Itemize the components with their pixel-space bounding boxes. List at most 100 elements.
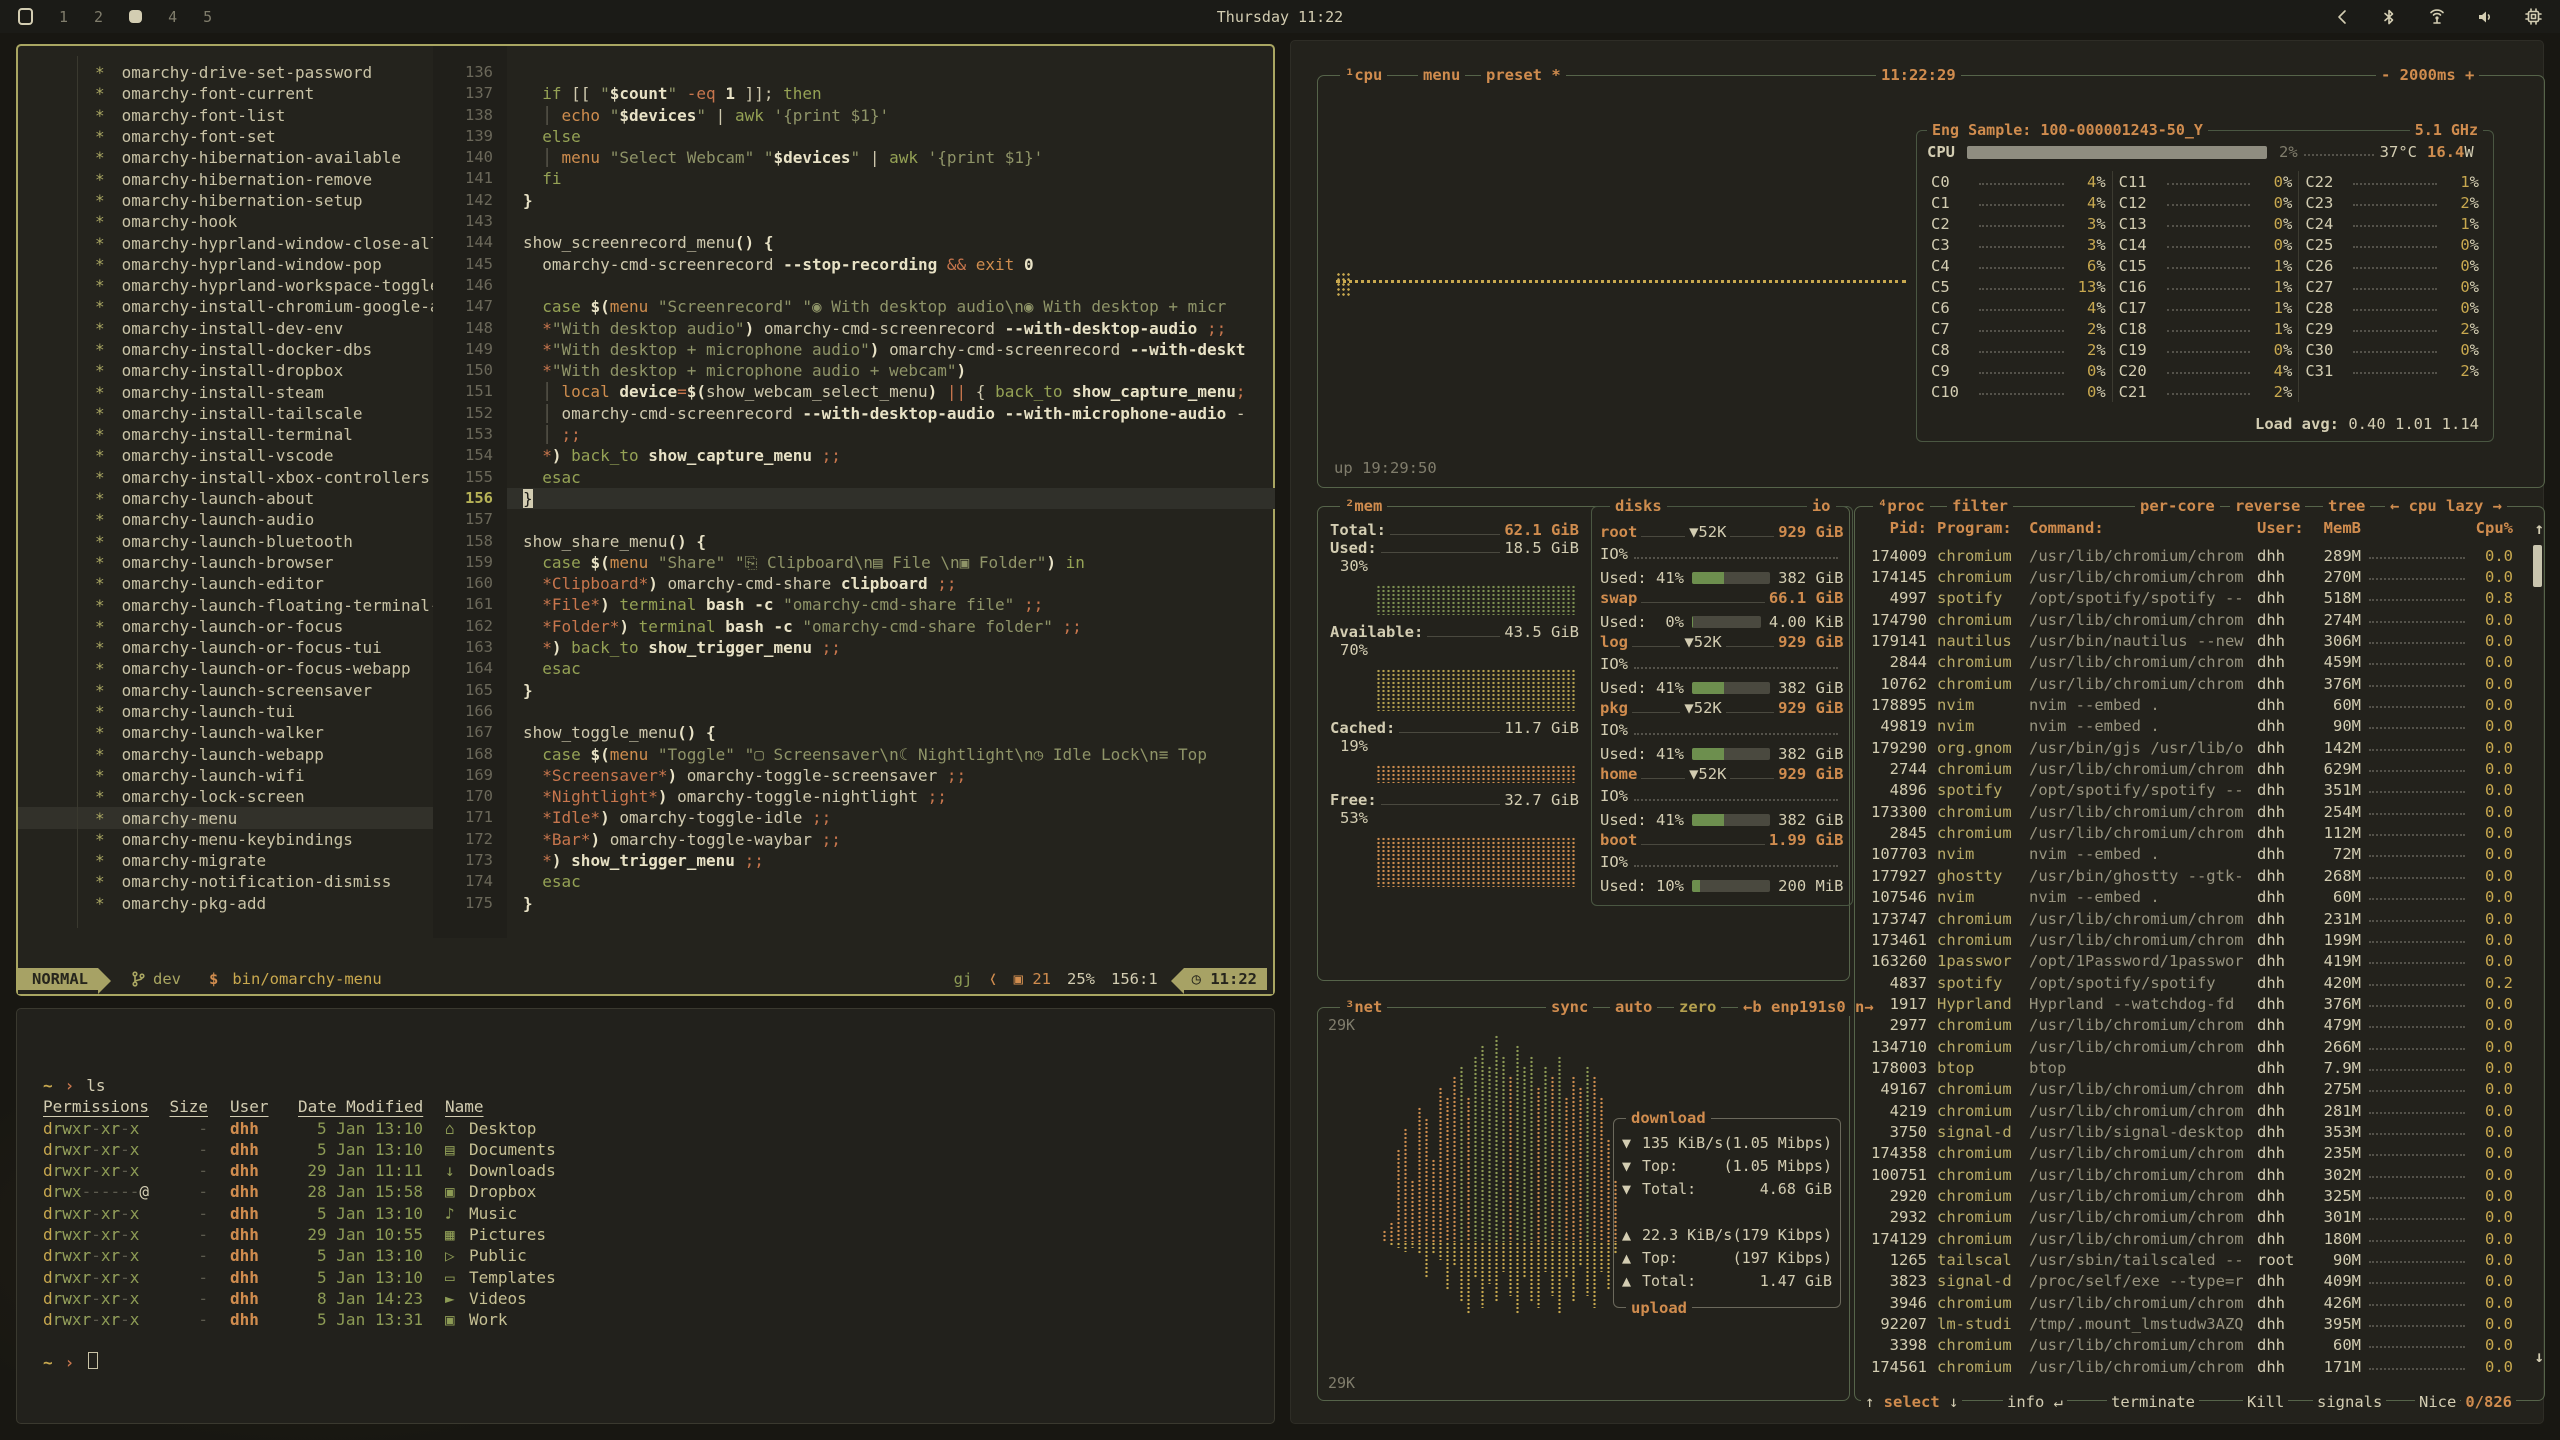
info-button[interactable]: info ↵	[2003, 1393, 2067, 1411]
process-row[interactable]: 100751chromium/usr/lib/chromium/chromdhh…	[1865, 1164, 2526, 1185]
cpu-chip-icon[interactable]	[2525, 8, 2542, 25]
file-item[interactable]: *omarchy-hyprland-window-pop	[18, 254, 433, 275]
file-item[interactable]: *omarchy-launch-editor	[18, 573, 433, 594]
file-item[interactable]: *omarchy-install-terminal	[18, 424, 433, 445]
file-item[interactable]: *omarchy-launch-walker	[18, 722, 433, 743]
file-item[interactable]: *omarchy-menu-keybindings	[18, 829, 433, 850]
process-row[interactable]: 3946chromium/usr/lib/chromium/chromdhh42…	[1865, 1292, 2526, 1313]
select-button[interactable]: ↑ select ↓	[1861, 1393, 1962, 1411]
code-line[interactable]: esac	[507, 871, 1273, 892]
process-row[interactable]: 174561chromium/usr/lib/chromium/chromdhh…	[1865, 1356, 2526, 1377]
code-line[interactable]: *"With desktop audio") omarchy-cmd-scree…	[507, 318, 1273, 339]
process-row[interactable]: 4219chromium/usr/lib/chromium/chromdhh28…	[1865, 1100, 2526, 1121]
code-line[interactable]: │ menu "Select Webcam" "$devices" | awk …	[507, 147, 1273, 168]
file-item[interactable]: *omarchy-launch-or-focus-webapp	[18, 658, 433, 679]
file-item[interactable]: *omarchy-launch-browser	[18, 552, 433, 573]
process-row[interactable]: 10762chromium/usr/lib/chromium/chromdhh3…	[1865, 673, 2526, 694]
process-row[interactable]: 107546nvimnvim --embed .dhh60M0.0	[1865, 887, 2526, 908]
process-row[interactable]: 2844chromium/usr/lib/chromium/chromdhh45…	[1865, 652, 2526, 673]
code-line[interactable]: *Nightlight*) omarchy-toggle-nightlight …	[507, 786, 1273, 807]
file-item[interactable]: *omarchy-font-list	[18, 105, 433, 126]
process-row[interactable]: 1265tailscal/usr/sbin/tailscaled --root9…	[1865, 1249, 2526, 1270]
process-row[interactable]: 49167chromium/usr/lib/chromium/chromdhh2…	[1865, 1079, 2526, 1100]
file-item[interactable]: *omarchy-launch-screensaver	[18, 680, 433, 701]
code-line[interactable]: fi	[507, 168, 1273, 189]
code-line[interactable]: }	[507, 893, 1273, 914]
file-item[interactable]: *omarchy-launch-about	[18, 488, 433, 509]
terminate-button[interactable]: terminate	[2107, 1393, 2199, 1411]
file-item[interactable]: *omarchy-launch-wifi	[18, 765, 433, 786]
process-row[interactable]: 174129chromium/usr/lib/chromium/chromdhh…	[1865, 1228, 2526, 1249]
process-row[interactable]: 92207lm-studi/tmp/.mount_lmstudw3AZQdhh3…	[1865, 1313, 2526, 1334]
file-item[interactable]: *omarchy-launch-or-focus-tui	[18, 637, 433, 658]
code-line[interactable]	[507, 211, 1273, 232]
code-line[interactable]: else	[507, 126, 1273, 147]
network-broadcast-icon[interactable]	[2427, 9, 2447, 25]
code-line[interactable]: show_screenrecord_menu() {	[507, 232, 1273, 253]
col-cpu[interactable]: Cpu%	[2473, 519, 2513, 537]
code-line[interactable]: show_share_menu() {	[507, 531, 1273, 552]
code-line[interactable]	[507, 62, 1273, 83]
proc-scrollbar[interactable]	[2533, 545, 2542, 587]
code-line[interactable]: *) show_trigger_menu ;;	[507, 850, 1273, 871]
process-row[interactable]: 174009chromium/usr/lib/chromium/chromdhh…	[1865, 545, 2526, 566]
col-command[interactable]: Command:	[2029, 519, 2257, 537]
prompt-line-2[interactable]: ~ ›	[43, 1352, 1254, 1373]
file-item[interactable]: *omarchy-hyprland-workspace-toggle	[18, 275, 433, 296]
code-line[interactable]: *Folder*) terminal bash -c "omarchy-cmd-…	[507, 616, 1273, 637]
code-line[interactable]: │ ;;	[507, 424, 1273, 445]
code-line[interactable]: │ echo "$devices" | awk '{print $1}'	[507, 105, 1273, 126]
chevron-left-icon[interactable]	[2335, 9, 2351, 25]
process-row[interactable]: 2977chromium/usr/lib/chromium/chromdhh47…	[1865, 1015, 2526, 1036]
sync-button[interactable]: sync	[1546, 998, 1593, 1016]
file-item[interactable]: *omarchy-launch-tui	[18, 701, 433, 722]
code-line[interactable]: │ omarchy-cmd-screenrecord --with-deskto…	[507, 403, 1273, 424]
process-row[interactable]: 178895nvimnvim --embed .dhh60M0.0	[1865, 694, 2526, 715]
workspace-5[interactable]: 5	[203, 8, 212, 26]
process-row[interactable]: 4896spotify/opt/spotify/spotify --dhh351…	[1865, 780, 2526, 801]
code-line[interactable]: *) back_to show_trigger_menu ;;	[507, 637, 1273, 658]
col-program[interactable]: Program:	[1937, 519, 2029, 537]
file-item[interactable]: *omarchy-migrate	[18, 850, 433, 871]
file-item[interactable]: *omarchy-launch-bluetooth	[18, 531, 433, 552]
code-line[interactable]: *Screensaver*) omarchy-toggle-screensave…	[507, 765, 1273, 786]
code-line[interactable]	[507, 275, 1273, 296]
signals-button[interactable]: signals	[2313, 1393, 2386, 1411]
terminal-window[interactable]: ~ › ls Permissions Size User Date Modifi…	[16, 1008, 1275, 1424]
file-item[interactable]: *omarchy-install-xbox-controllers	[18, 467, 433, 488]
code-line[interactable]: esac	[507, 658, 1273, 679]
code-line[interactable]: *Clipboard*) omarchy-cmd-share clipboard…	[507, 573, 1273, 594]
process-row[interactable]: 174790chromium/usr/lib/chromium/chromdhh…	[1865, 609, 2526, 630]
process-row[interactable]: 1632601passwor/opt/1Password/1passwordhh…	[1865, 951, 2526, 972]
file-item[interactable]: *omarchy-hibernation-setup	[18, 190, 433, 211]
menu-button[interactable]: menu	[1418, 66, 1465, 84]
file-item[interactable]: *omarchy-font-current	[18, 83, 433, 104]
file-item[interactable]: *omarchy-install-tailscale	[18, 403, 433, 424]
col-mem[interactable]: MemB	[2309, 519, 2361, 537]
workspace-active[interactable]	[129, 10, 142, 23]
file-item[interactable]: *omarchy-hibernation-available	[18, 147, 433, 168]
process-row[interactable]: 174145chromium/usr/lib/chromium/chromdhh…	[1865, 566, 2526, 587]
file-item[interactable]: *omarchy-install-dropbox	[18, 360, 433, 381]
refresh-interval-control[interactable]: - 2000ms +	[2376, 66, 2479, 84]
process-row[interactable]: 2932chromium/usr/lib/chromium/chromdhh30…	[1865, 1207, 2526, 1228]
code-line[interactable]: esac	[507, 467, 1273, 488]
scroll-down-icon[interactable]: ↓	[2534, 1347, 2544, 1366]
file-item[interactable]: *omarchy-install-vscode	[18, 445, 433, 466]
file-item[interactable]: *omarchy-drive-set-password	[18, 62, 433, 83]
io-tab[interactable]: io	[1807, 497, 1836, 515]
volume-icon[interactable]	[2477, 9, 2495, 25]
file-item[interactable]: *omarchy-hibernation-remove	[18, 168, 433, 189]
process-row[interactable]: 173300chromium/usr/lib/chromium/chromdhh…	[1865, 801, 2526, 822]
code-line[interactable]	[507, 701, 1273, 722]
process-row[interactable]: 179141nautilus/usr/bin/nautilus --newdhh…	[1865, 630, 2526, 651]
workspace-2[interactable]: 2	[94, 8, 103, 26]
col-user[interactable]: User:	[2257, 519, 2309, 537]
reverse-button[interactable]: reverse	[2230, 497, 2305, 515]
file-item[interactable]: *omarchy-notification-dismiss	[18, 871, 433, 892]
code-line[interactable]: case $(menu "Screenrecord" "◉ With deskt…	[507, 296, 1273, 317]
file-item[interactable]: *omarchy-hook	[18, 211, 433, 232]
kill-button[interactable]: Kill	[2243, 1393, 2288, 1411]
code-line[interactable]: show_toggle_menu() {	[507, 722, 1273, 743]
process-row[interactable]: 173461chromium/usr/lib/chromium/chromdhh…	[1865, 929, 2526, 950]
